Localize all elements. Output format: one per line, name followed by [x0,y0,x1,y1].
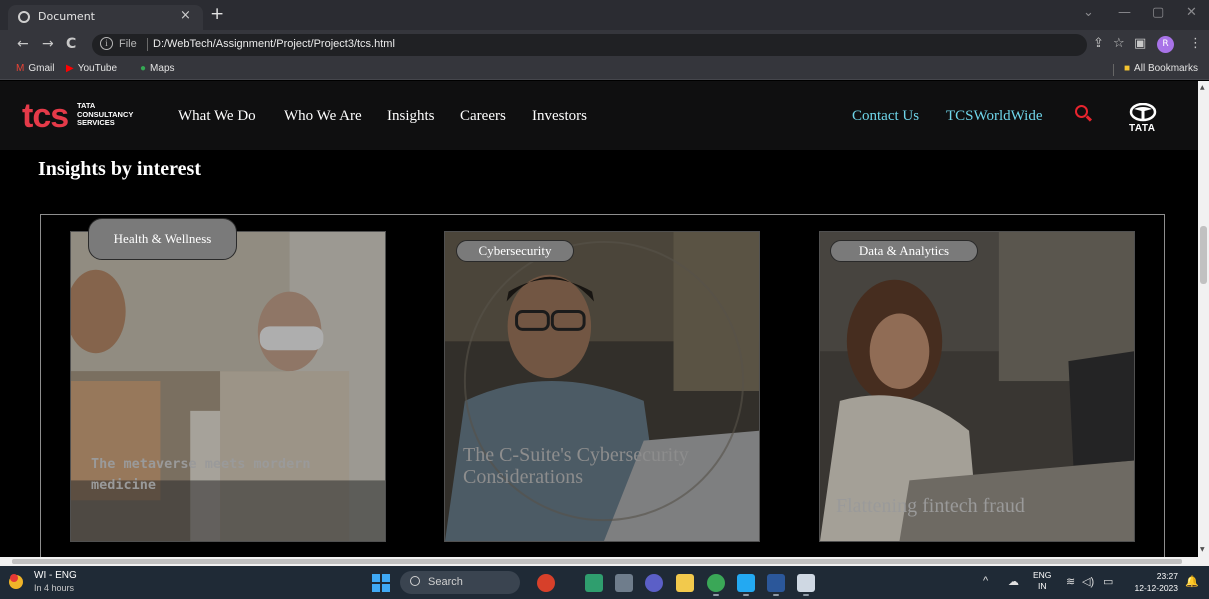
minimize-icon[interactable]: — [1118,5,1131,20]
bookmark-gmail[interactable]: M Gmail [16,63,54,74]
address-url[interactable]: D:/WebTech/Assignment/Project/Project3/t… [153,38,395,50]
taskbar: WI - ENG In 4 hours Search ^ ☁ ENG IN ≋ … [0,566,1209,599]
profile-avatar[interactable]: R [1157,36,1174,53]
bookmark-youtube[interactable]: ▶ YouTube [66,63,117,74]
snipping-tool-icon[interactable] [797,574,815,592]
gmail-icon: M [16,63,25,74]
youtube-icon: ▶ [66,63,74,74]
windows-start-icon[interactable] [372,574,390,592]
share-icon[interactable]: ⇪ [1093,36,1104,51]
tab-title: Document [38,10,95,23]
file-explorer-icon[interactable] [676,574,694,592]
task-view-icon[interactable] [615,574,633,592]
star-icon[interactable]: ☆ [1113,36,1125,51]
page-viewport: tcs TATA CONSULTANCY SERVICES What We Do… [0,81,1198,557]
browser-tabstrip: Document × + ⌄ — ▢ ✕ [0,0,1209,30]
browser-tab[interactable]: Document × [8,5,203,30]
tray-overflow-icon[interactable]: ^ [983,575,988,587]
volume-icon[interactable]: ◁) [1082,575,1094,588]
card-tag-cybersecurity[interactable]: Cybersecurity [456,240,574,262]
info-icon[interactable]: i [100,37,113,50]
word-app-icon[interactable] [767,574,785,592]
word-running-indicator [773,594,779,596]
new-tab-button[interactable]: + [210,4,224,24]
onedrive-icon[interactable]: ☁ [1008,575,1019,588]
card-caption: The metaverse meets mordern medicine [91,456,311,493]
address-scheme-label: File [119,38,137,50]
bookmark-maps[interactable]: ● Maps [140,63,175,74]
section-title: Insights by interest [38,158,201,180]
more-menu-icon[interactable]: ⋮ [1189,36,1202,51]
card-image-man-laptop [445,232,759,541]
browser-toolbar: ← → C i File D:/WebTech/Assignment/Proje… [0,30,1209,60]
battery-icon[interactable]: ▭ [1103,575,1113,588]
horizontal-scrollbar[interactable] [0,557,1209,566]
chrome-running-indicator [713,594,719,596]
forward-icon[interactable]: → [42,36,54,52]
address-bar[interactable]: i File D:/WebTech/Assignment/Project/Pro… [92,34,1087,56]
insight-card-health[interactable]: The metaverse meets mordern medicine [70,231,386,542]
nav-what-we-do[interactable]: What We Do [178,108,256,125]
vscode-app-icon[interactable] [737,574,755,592]
address-separator [147,38,148,51]
nav-careers[interactable]: Careers [460,108,506,125]
card-caption: Flattening fintech fraud [836,495,1025,517]
insight-card-cybersecurity[interactable]: The C-Suite's Cybersecurity Consideratio… [444,231,760,542]
side-panel-icon[interactable]: ▣ [1134,36,1146,51]
taskbar-search-label: Search [428,576,463,588]
chrome-app-icon[interactable] [707,574,725,592]
tata-wordmark: TATA [1129,123,1156,134]
wifi-icon[interactable]: ≋ [1066,575,1075,588]
nav-who-we-are[interactable]: Who We Are [284,108,362,125]
bookmarks-bar: M Gmail ▶ YouTube ● Maps ■ All Bookmarks [0,60,1209,80]
widgets-app-icon[interactable] [537,574,555,592]
card-tag-data-analytics[interactable]: Data & Analytics [830,240,978,262]
vscode-running-indicator [743,594,749,596]
scroll-thumb[interactable] [1200,226,1207,284]
bookmark-divider [1113,64,1114,76]
nav-insights[interactable]: Insights [387,108,435,125]
vertical-scrollbar[interactable]: ▲ ▼ [1198,81,1209,557]
maps-icon: ● [140,63,147,74]
notification-bell-icon[interactable]: 🔔 [1185,575,1199,588]
tcs-logo-mark: tcs [22,97,69,135]
nav-investors[interactable]: Investors [532,108,587,125]
close-icon[interactable]: × [180,8,191,23]
tcs-logo-text: TATA CONSULTANCY SERVICES [77,101,134,127]
back-icon[interactable]: ← [17,36,29,52]
insight-card-data-analytics[interactable]: Flattening fintech fraud [819,231,1135,542]
weather-title[interactable]: WI - ENG [34,570,77,581]
nav-contact-us[interactable]: Contact Us [852,108,919,125]
nav-tcs-worldwide[interactable]: TCSWorldWide [946,108,1043,125]
hscroll-thumb[interactable] [12,559,1182,564]
all-bookmarks-folder[interactable]: ■ All Bookmarks [1124,63,1198,74]
card-caption: The C-Suite's Cybersecurity Consideratio… [463,444,689,488]
snipping-running-indicator [803,594,809,596]
meet-app-icon[interactable] [645,574,663,592]
site-header: tcs TATA CONSULTANCY SERVICES What We Do… [0,81,1198,150]
folder-icon: ■ [1124,63,1131,74]
taskbar-clock[interactable]: 23:27 12-12-2023 [1128,570,1178,594]
window-close-icon[interactable]: ✕ [1186,5,1197,20]
maximize-icon[interactable]: ▢ [1152,5,1164,20]
reload-icon[interactable]: C [66,36,76,52]
card-tag-health[interactable]: Health & Wellness [88,218,237,260]
store-app-icon[interactable] [585,574,603,592]
scroll-down-icon[interactable]: ▼ [1200,546,1205,553]
taskbar-search[interactable]: Search [400,571,520,594]
weather-icon[interactable] [8,573,28,591]
language-indicator[interactable]: ENG IN [1033,570,1051,592]
weather-subtitle: In 4 hours [34,583,75,593]
globe-icon [18,11,30,23]
search-icon [410,576,420,586]
tab-search-icon[interactable]: ⌄ [1083,5,1094,20]
scroll-up-icon[interactable]: ▲ [1200,84,1205,91]
search-icon[interactable] [1075,105,1088,118]
